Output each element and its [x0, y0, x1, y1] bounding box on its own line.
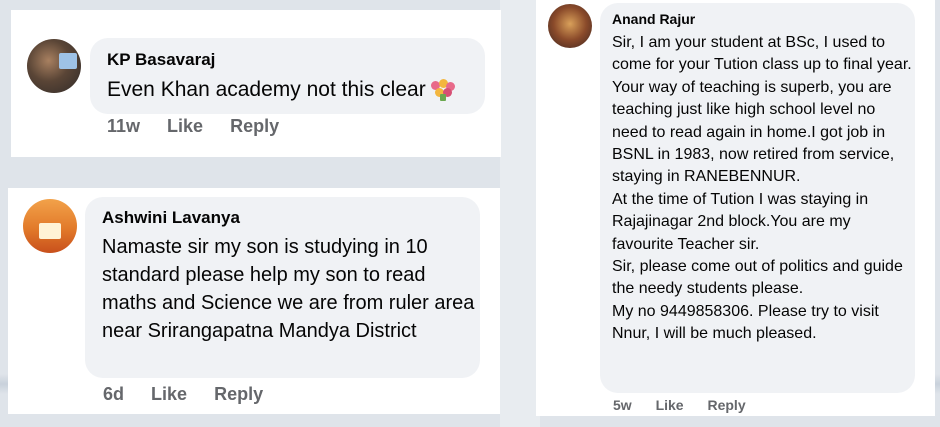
avatar[interactable] [27, 39, 81, 93]
comment-actions: 5w Like Reply [613, 397, 766, 413]
bouquet-icon [430, 79, 456, 102]
avatar[interactable] [548, 4, 592, 48]
background-gap [500, 0, 540, 427]
avatar[interactable] [23, 199, 77, 253]
comment-text: Even Khan academy not this clear [107, 77, 456, 103]
comment-actions: 11w Like Reply [107, 116, 301, 137]
like-button[interactable]: Like [656, 397, 684, 413]
reply-button[interactable]: Reply [707, 397, 745, 413]
comment-timestamp[interactable]: 5w [613, 397, 632, 413]
comment-text: Sir, I am your student at BSc, I used to… [612, 34, 912, 343]
comment-author[interactable]: Anand Rajur [612, 11, 695, 27]
comment-timestamp[interactable]: 11w [107, 116, 140, 136]
comment-author[interactable]: KP Basavaraj [107, 50, 215, 70]
like-button[interactable]: Like [151, 384, 187, 404]
like-button[interactable]: Like [167, 116, 203, 136]
comment-timestamp[interactable]: 6d [103, 384, 124, 404]
comment-actions: 6d Like Reply [103, 384, 285, 405]
comment-text-content: Even Khan academy not this clear [107, 78, 426, 101]
comment-text: Namaste sir my son is studying in 10 sta… [102, 236, 475, 342]
reply-button[interactable]: Reply [230, 116, 279, 136]
reply-button[interactable]: Reply [214, 384, 263, 404]
comment-author[interactable]: Ashwini Lavanya [102, 208, 240, 228]
